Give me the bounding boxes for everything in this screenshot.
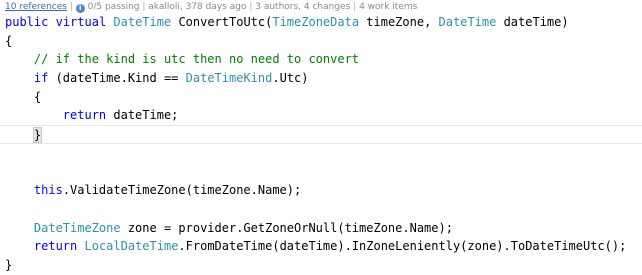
code-line-13[interactable]: return LocalDateTime.FromDateTime(dateTi… xyxy=(5,237,642,256)
code-line-10[interactable]: this.ValidateTimeZone(timeZone.Name); xyxy=(5,181,642,200)
code-line-9[interactable] xyxy=(5,163,642,182)
work-items-link[interactable]: 4 work items xyxy=(359,2,417,12)
keyword: return xyxy=(33,239,78,254)
codelens-bar: 10 references | i 0/5 passing | akalloli… xyxy=(5,1,417,13)
type-name: TimeZoneData xyxy=(272,15,360,29)
keyword: this xyxy=(33,183,63,198)
codelens-separator: | xyxy=(139,2,149,12)
code-line-4[interactable]: if (dateTime.Kind == DateTimeKind.Utc) xyxy=(5,69,642,88)
open-brace: { xyxy=(5,33,13,48)
code-text: dateTime; xyxy=(106,108,179,123)
tests-passing-link[interactable]: 0/5 passing xyxy=(88,2,140,12)
codelens-separator: | xyxy=(66,2,76,12)
code-line-3[interactable]: // if the kind is utc then no need to co… xyxy=(5,50,642,69)
code-line-12[interactable]: DateTimeZone zone = provider.GetZoneOrNu… xyxy=(5,219,642,238)
code-line-14[interactable]: } xyxy=(5,256,642,275)
code-text: dateTime) xyxy=(496,15,569,29)
text-caret xyxy=(41,128,43,143)
keyword: if xyxy=(33,71,49,86)
code-comment: // if the kind is utc then no need to co… xyxy=(33,52,360,67)
code-text: zone = provider.GetZoneOrNull(timeZone.N… xyxy=(120,220,453,235)
codelens-separator: | xyxy=(246,2,256,12)
references-link[interactable]: 10 references xyxy=(5,2,67,12)
codelens-separator: | xyxy=(350,2,360,12)
code-line-6[interactable]: return dateTime; xyxy=(5,106,642,125)
code-text: timeZone, xyxy=(359,15,439,29)
type-name: DateTimeKind xyxy=(185,71,273,86)
code-line-5[interactable]: { xyxy=(5,88,642,107)
method-signature: ConvertToUtc( xyxy=(178,15,273,29)
keyword: virtual xyxy=(55,15,107,29)
type-name: DateTime xyxy=(113,15,172,29)
code-line-1[interactable]: public virtual DateTime ConvertToUtc(Tim… xyxy=(5,13,642,32)
type-name: DateTimeZone xyxy=(33,220,121,235)
code-line-8[interactable] xyxy=(5,144,642,163)
authors-changes-link[interactable]: 3 authors, 4 changes xyxy=(255,2,350,12)
test-status-icon: i xyxy=(75,4,85,13)
type-name: LocalDateTime xyxy=(84,239,179,254)
keyword: public xyxy=(5,15,49,29)
code-line-11[interactable] xyxy=(5,200,642,219)
code-editor[interactable]: public virtual DateTime ConvertToUtc(Tim… xyxy=(0,13,642,275)
code-text: (dateTime.Kind == xyxy=(48,71,186,86)
close-brace: } xyxy=(5,257,13,272)
type-name: DateTime xyxy=(438,15,497,29)
code-text: .Utc) xyxy=(272,71,309,86)
code-line-2[interactable]: { xyxy=(5,32,642,51)
close-brace-highlighted: } xyxy=(32,127,43,144)
code-text: .FromDateTime(dateTime).InZoneLeniently(… xyxy=(178,239,627,254)
author-link[interactable]: akalloli, 378 days ago xyxy=(148,2,246,12)
code-text: .ValidateTimeZone(timeZone.Name); xyxy=(62,183,302,198)
open-brace: { xyxy=(33,89,42,104)
code-line-7-current[interactable]: } xyxy=(0,125,642,144)
keyword: return xyxy=(62,108,107,123)
